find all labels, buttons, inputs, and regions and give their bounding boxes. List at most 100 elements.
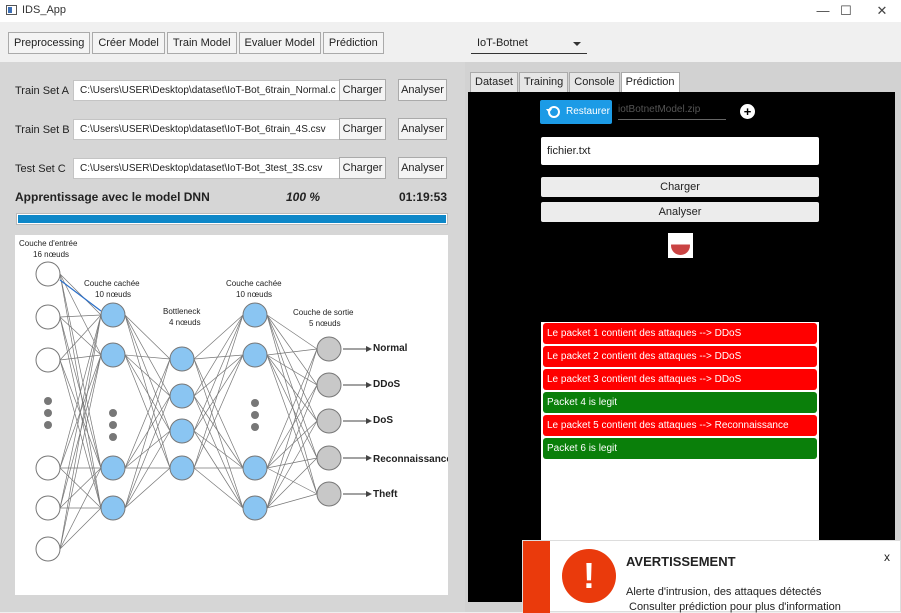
tab-console[interactable]: Console [569,72,620,92]
output-arrow-head [366,346,372,352]
create-model-button[interactable]: Créer Model [92,32,165,54]
learning-percent: 100 % [286,190,321,204]
tab-training[interactable]: Training [518,72,569,92]
tab-dataset[interactable]: Dataset [470,72,518,92]
hidden1-nodes: 10 nœuds [95,290,131,299]
analyze-button[interactable]: Analyser [541,202,819,222]
network-edge [59,314,102,318]
attack-ratio-pie-icon [668,233,693,258]
input-file-field[interactable]: fichier.txt [541,137,819,165]
alert-close-button[interactable]: x [884,550,890,564]
toolbar: Preprocessing Créer Model Train Model Ev… [0,22,901,62]
input-layer-nodes: 16 nœuds [33,250,69,259]
network-edge [266,384,318,469]
ellipsis-dot [251,399,259,407]
network-edge [193,467,244,509]
packet-result-item[interactable]: Le packet 2 contient des attaques --> DD… [543,346,817,367]
network-edge [124,358,171,509]
title-bar: IDS_App — ☐ ✕ [0,0,901,22]
input-layer-title: Couche d'entrée [19,239,78,248]
test-set-c-label: Test Set C [15,163,66,175]
output-layer-title: Couche de sortie [293,308,354,317]
test-set-c-path[interactable]: C:\Users\USER\Desktop\dataset\IoT-Bot_3t… [73,158,346,179]
restore-label: Restaurer [566,106,610,117]
packet-result-item[interactable]: Packet 6 is legit [543,438,817,459]
network-node [316,445,342,471]
network-edge [266,354,318,495]
train-set-b-path[interactable]: C:\Users\USER\Desktop\dataset\IoT-Bot_6t… [73,119,346,140]
train-set-b-analyze-button[interactable]: Analyser [398,118,447,140]
network-edge [193,395,244,469]
restore-button[interactable]: Restaurer [540,100,612,124]
chevron-down-icon [573,42,581,46]
output-label-theft: Theft [373,489,398,500]
hidden2-nodes: 10 nœuds [236,290,272,299]
packet-result-item[interactable]: Le packet 3 contient des attaques --> DD… [543,369,817,390]
training-panel: Train Set A C:\Users\USER\Desktop\datase… [0,62,465,612]
network-edge [193,358,244,509]
tab-prediction[interactable]: Prédiction [620,72,680,92]
train-set-a-label: Train Set A [15,85,70,97]
output-arrow-head [366,491,372,497]
output-label-ddos: DDoS [373,379,401,390]
learning-label: Apprentissage avec le model DNN [15,190,210,204]
packet-result-item[interactable]: Packet 4 is legit [543,392,817,413]
network-edge [266,354,318,459]
network-node [169,455,195,481]
network-node [35,536,61,562]
network-edge [193,430,244,469]
ellipsis-dot [251,423,259,431]
ellipsis-dot [109,421,117,429]
train-model-button[interactable]: Train Model [166,32,237,54]
hidden2-title: Couche cachée [226,279,282,288]
network-node [169,418,195,444]
ellipsis-dot [44,409,52,417]
network-edge [124,430,171,509]
add-icon[interactable]: + [740,104,755,119]
network-node [316,481,342,507]
ellipsis-dot [109,433,117,441]
window-title: IDS_App [22,4,67,16]
network-node [242,302,268,328]
preprocessing-button[interactable]: Preprocessing [8,32,91,54]
network-node [169,383,195,409]
network-edge [124,354,171,432]
maximize-button[interactable]: ☐ [831,2,861,20]
train-set-a-path[interactable]: C:\Users\USER\Desktop\dataset\IoT-Bot_6t… [73,80,346,101]
network-node [242,455,268,481]
app-icon [6,5,17,15]
prediction-button[interactable]: Prédiction [322,32,384,54]
network-edge [59,354,102,361]
evaluate-model-button[interactable]: Evaluer Model [238,32,321,54]
network-node [242,342,268,368]
test-set-c-analyze-button[interactable]: Analyser [398,157,447,179]
train-set-a-load-button[interactable]: Charger [339,79,386,101]
test-set-c-load-button[interactable]: Charger [339,157,386,179]
dataset-select[interactable]: IoT-Botnet [471,34,587,54]
output-label-normal: Normal [373,343,408,354]
train-set-b-load-button[interactable]: Charger [339,118,386,140]
network-diagram: Couche d'entrée 16 nœuds Couche cachée 1… [15,235,452,595]
dnn-architecture-diagram: Couche d'entrée 16 nœuds Couche cachée 1… [19,239,452,562]
packet-result-item[interactable]: Le packet 1 contient des attaques --> DD… [543,323,817,344]
ellipsis-dot [44,421,52,429]
network-edge [266,314,318,459]
packet-result-item[interactable]: Le packet 5 contient des attaques --> Re… [543,415,817,436]
network-node [35,455,61,481]
right-tabs: Dataset Training Console Prédiction [470,72,681,92]
model-file-field[interactable]: iotBotnetModel.zip [618,104,726,120]
network-node [100,495,126,521]
bottleneck-nodes: 4 nœuds [169,318,201,327]
train-set-b-label: Train Set B [15,124,70,136]
train-set-a-analyze-button[interactable]: Analyser [398,79,447,101]
load-button[interactable]: Charger [541,177,819,197]
intrusion-alert-toast: ! AVERTISSEMENT x Alerte d'intrusion, de… [522,540,901,613]
network-node [35,304,61,330]
network-node [242,495,268,521]
network-edge [124,430,171,469]
learning-time: 01:19:53 [398,190,447,204]
main-menu: Preprocessing Créer Model Train Model Ev… [8,32,386,54]
bottleneck-title: Bottleneck [163,307,201,316]
network-node [169,346,195,372]
close-button[interactable]: ✕ [867,2,897,20]
